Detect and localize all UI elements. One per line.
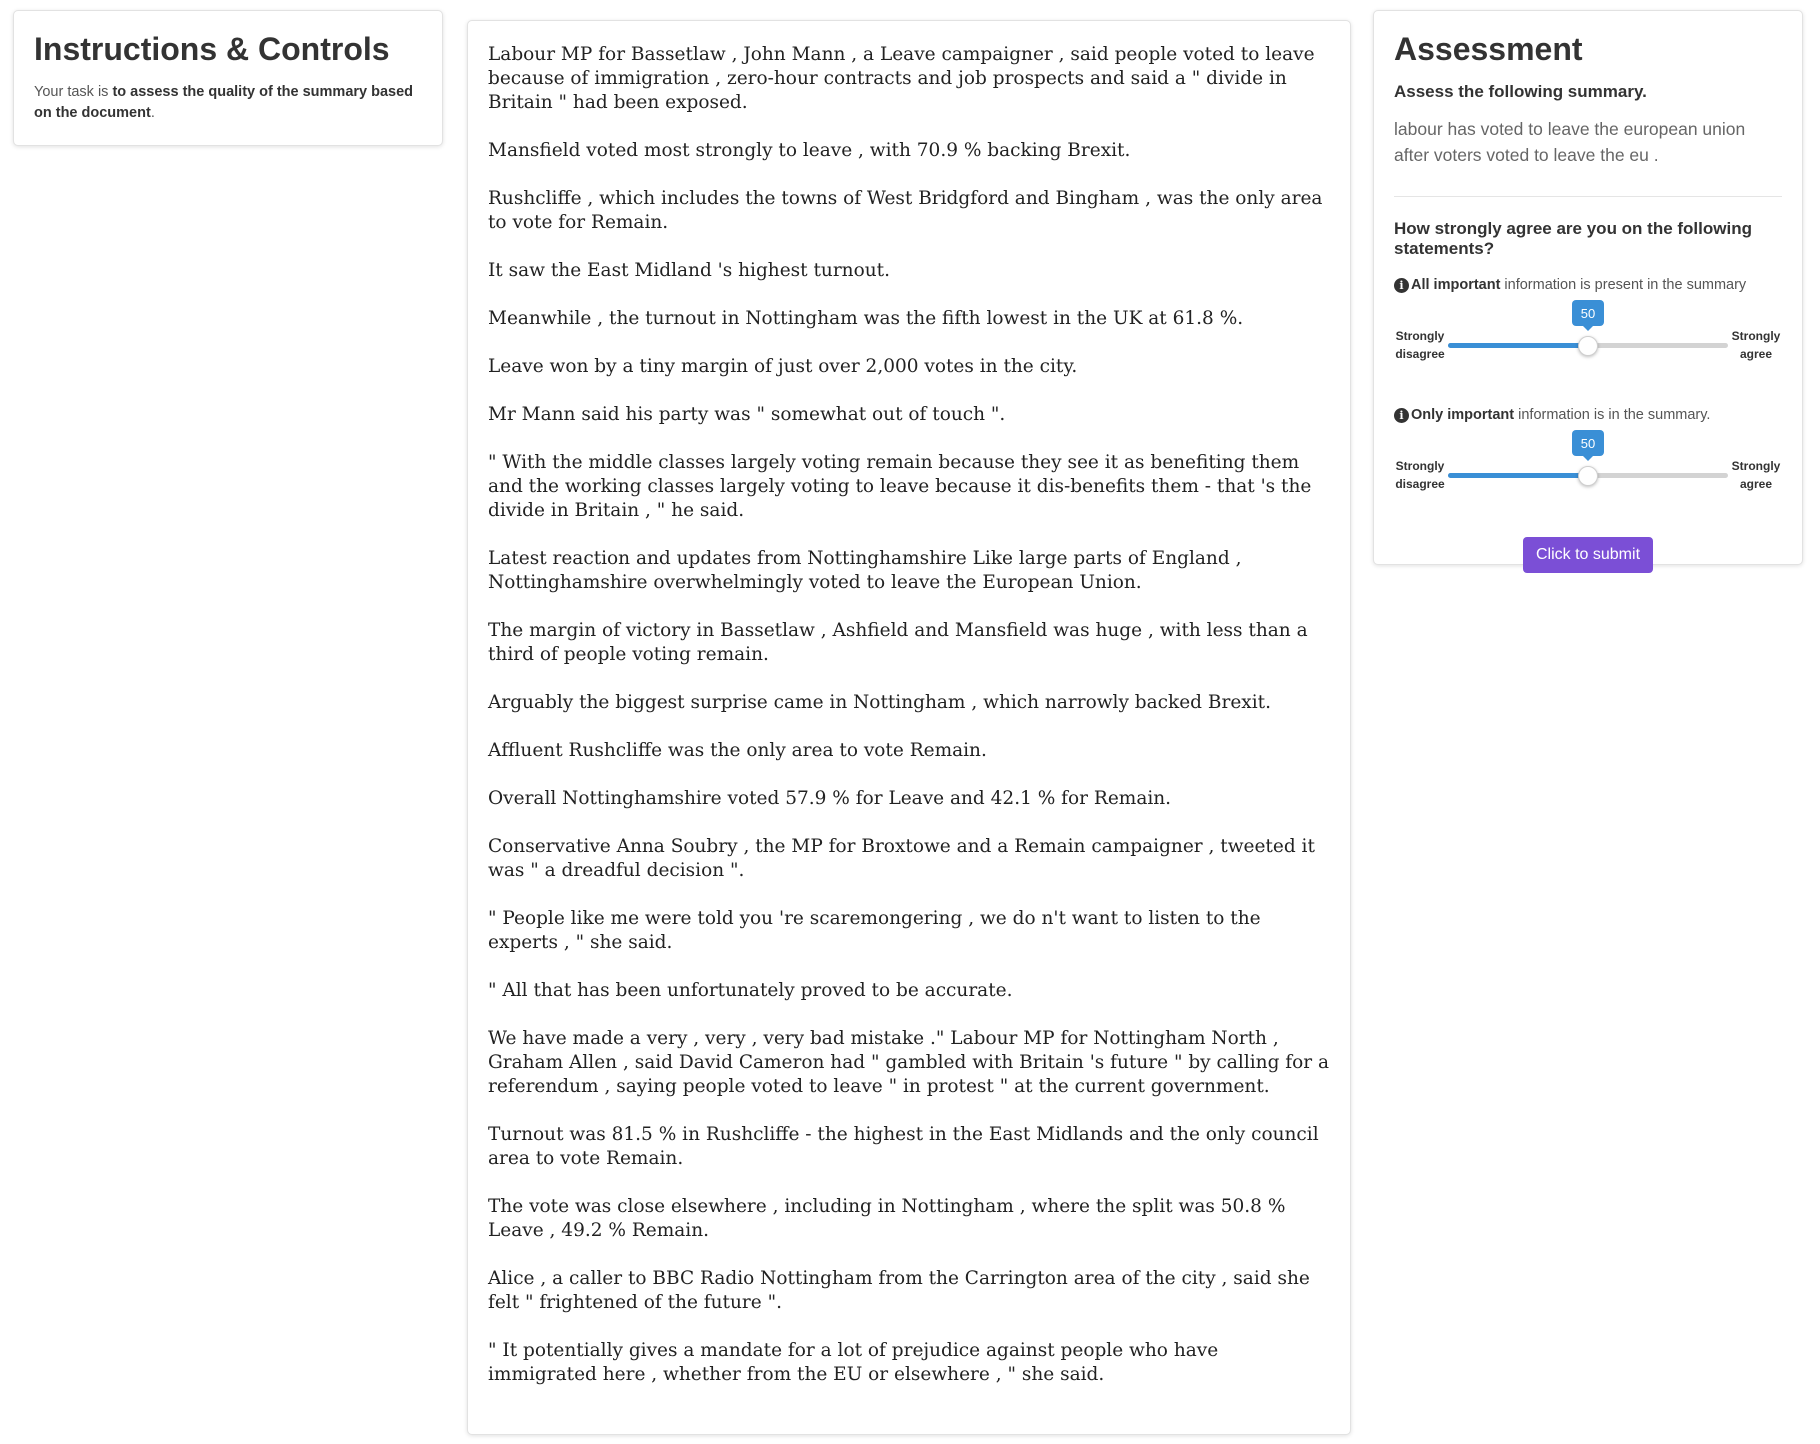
document-paragraph: It saw the East Midland 's highest turno…: [488, 260, 890, 281]
instructions-title: Instructions & Controls: [34, 31, 390, 67]
info-circle-icon: i: [1394, 277, 1409, 293]
document-paragraph: Overall Nottinghamshire voted 57.9 % for…: [488, 788, 1172, 809]
statement-1-bold: All important: [1411, 277, 1501, 293]
statement-2: i Only important information is in the s…: [1394, 407, 1782, 423]
left-label-line: disagree: [1395, 347, 1445, 361]
document-paragraph: The vote was close elsewhere , including…: [488, 1196, 1286, 1241]
slider-thumb[interactable]: [1578, 466, 1598, 486]
document-paragraph: Affluent Rushcliffe was the only area to…: [488, 740, 987, 761]
slider-2-left-label: Strongly disagree: [1394, 457, 1446, 493]
info-circle-icon: i: [1394, 407, 1409, 423]
document-paragraph: " People like me were told you 're scare…: [488, 908, 1261, 953]
slider-2-right-label: Strongly agree: [1730, 457, 1782, 493]
document-paragraph: Turnout was 81.5 % in Rushcliffe - the h…: [488, 1124, 1319, 1169]
document-paragraph: Labour MP for Bassetlaw , John Mann , a …: [488, 44, 1315, 113]
assessment-panel: Assessment Assess the following summary.…: [1373, 10, 1803, 573]
submit-wrap: Click to submit: [1394, 537, 1782, 573]
slider-fill: [1448, 343, 1588, 348]
statement-2-text: information is in the summary.: [1518, 407, 1711, 423]
instructions-text-suffix: .: [150, 105, 155, 121]
document-paragraph: Alice , a caller to BBC Radio Nottingham…: [488, 1268, 1310, 1313]
slider-row-1: Strongly disagree 50 Strongly agree: [1394, 300, 1782, 363]
document-paragraph: Mansfield voted most strongly to leave ,…: [488, 140, 1131, 161]
instructions-text-prefix: Your task is: [34, 84, 113, 100]
slider-1[interactable]: 50: [1448, 300, 1728, 360]
statement-1: i All important information is present i…: [1394, 277, 1782, 293]
summary-text: labour has voted to leave the european u…: [1394, 119, 1746, 165]
instructions-text: Your task is to assess the quality of th…: [34, 82, 422, 124]
slider-value-bubble: 50: [1572, 300, 1604, 331]
slider-thumb[interactable]: [1578, 336, 1598, 356]
left-label-line: Strongly: [1395, 459, 1445, 473]
slider-value-bubble: 50: [1572, 430, 1604, 461]
right-label-line: agree: [1739, 477, 1773, 491]
document-paragraph: Rushcliffe , which includes the towns of…: [488, 188, 1323, 233]
slider-1-left-label: Strongly disagree: [1394, 327, 1446, 363]
left-label-line: disagree: [1395, 477, 1445, 491]
statement-1-text: information is present in the summary: [1504, 277, 1747, 293]
document-paragraph: Meanwhile , the turnout in Nottingham wa…: [488, 308, 1244, 329]
question-text: How strongly agree are you on the follow…: [1394, 219, 1752, 258]
assessment-title: Assessment: [1394, 31, 1583, 67]
right-label-line: Strongly: [1731, 329, 1781, 343]
divider: [1394, 196, 1782, 197]
slider-fill: [1448, 473, 1588, 478]
document-paragraph: " It potentially gives a mandate for a l…: [488, 1340, 1219, 1385]
left-label-line: Strongly: [1395, 329, 1445, 343]
slider-1-right-label: Strongly agree: [1730, 327, 1782, 363]
statement-2-bold: Only important: [1411, 407, 1515, 423]
instructions-panel: Instructions & Controls Your task is to …: [13, 10, 443, 146]
document-paragraph: Latest reaction and updates from Notting…: [488, 548, 1242, 593]
assessment-subtitle: Assess the following summary.: [1394, 82, 1647, 101]
document-paragraph: " With the middle classes largely voting…: [488, 452, 1312, 521]
document-paragraph: Mr Mann said his party was " somewhat ou…: [488, 404, 1006, 425]
document-paragraph: Arguably the biggest surprise came in No…: [488, 692, 1271, 713]
submit-button[interactable]: Click to submit: [1522, 537, 1654, 573]
document-paragraph: Conservative Anna Soubry , the MP for Br…: [488, 836, 1315, 881]
right-label-line: Strongly: [1731, 459, 1781, 473]
right-label-line: agree: [1739, 347, 1773, 361]
document-paragraph: " All that has been unfortunately proved…: [488, 980, 1013, 1001]
document-paragraph: The margin of victory in Bassetlaw , Ash…: [488, 620, 1308, 665]
document-panel: Labour MP for Bassetlaw , John Mann , a …: [467, 20, 1351, 1435]
document-paragraph: Leave won by a tiny margin of just over …: [488, 356, 1078, 377]
slider-2[interactable]: 50: [1448, 430, 1728, 490]
document-paragraph: We have made a very , very , very bad mi…: [488, 1028, 1330, 1097]
slider-row-2: Strongly disagree 50 Strongly agree: [1394, 430, 1782, 493]
